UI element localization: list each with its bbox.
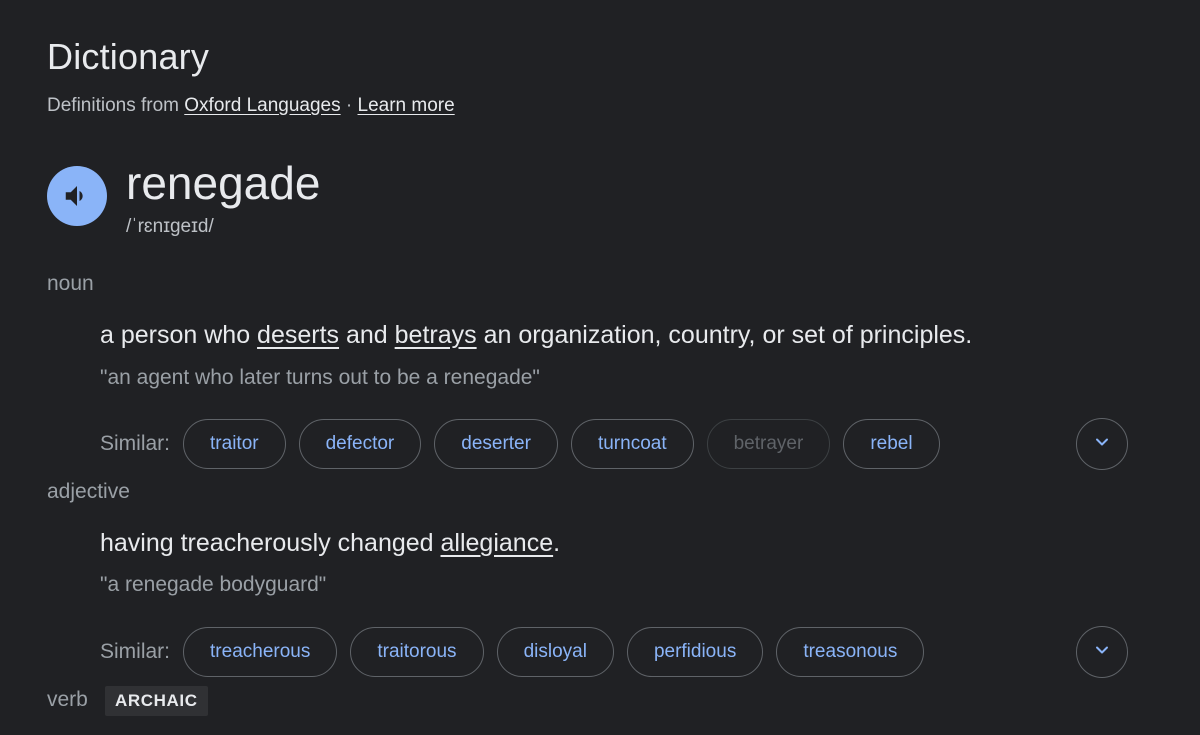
oxford-languages-link[interactable]: Oxford Languages xyxy=(184,95,340,116)
similar-chip-betrayer[interactable]: betrayer xyxy=(706,419,831,469)
adjective-definition: having treacherously changed allegiance. xyxy=(100,529,560,558)
phonetic-spelling: /ˈrɛnɪɡeɪd/ xyxy=(126,216,214,237)
definition-text: an organization, country, or set of prin… xyxy=(476,321,973,349)
similar-chip-perfidious[interactable]: perfidious xyxy=(626,627,764,677)
definition-text: and xyxy=(339,321,395,349)
dictionary-card: Dictionary Definitions from Oxford Langu… xyxy=(0,0,1200,735)
similar-chip-rebel[interactable]: rebel xyxy=(843,419,940,469)
similar-chip-treasonous[interactable]: treasonous xyxy=(776,627,925,677)
similar-chip-traitor[interactable]: traitor xyxy=(183,419,286,469)
similar-chip-turncoat[interactable]: turncoat xyxy=(570,419,694,469)
definition-link-betrays[interactable]: betrays xyxy=(395,321,477,349)
definition-text: having treacherously changed xyxy=(100,529,441,557)
similar-chip-deserter[interactable]: deserter xyxy=(434,419,558,469)
pos-adjective: adjective xyxy=(47,480,130,503)
definition-link-deserts[interactable]: deserts xyxy=(257,321,339,349)
pronunciation-button[interactable] xyxy=(47,166,107,226)
similar-label: Similar: xyxy=(100,640,171,663)
source-prefix: Definitions from xyxy=(47,95,179,116)
headword: renegade xyxy=(126,157,321,209)
noun-similar-row: Similar: traitor defector deserter turnc… xyxy=(100,417,953,471)
similar-chip-traitorous[interactable]: traitorous xyxy=(350,627,484,677)
learn-more-link[interactable]: Learn more xyxy=(358,95,455,116)
chevron-down-icon xyxy=(1092,640,1112,665)
similar-chip-defector[interactable]: defector xyxy=(298,419,422,469)
noun-example: "an agent who later turns out to be a re… xyxy=(100,366,540,389)
adjective-expand-button[interactable] xyxy=(1076,626,1128,678)
definition-text: a person who xyxy=(100,321,258,349)
noun-expand-button[interactable] xyxy=(1076,418,1128,470)
archaic-badge: ARCHAIC xyxy=(105,686,208,716)
adjective-example: "a renegade bodyguard" xyxy=(100,573,327,596)
similar-chip-disloyal[interactable]: disloyal xyxy=(496,627,614,677)
similar-label: Similar: xyxy=(100,432,171,455)
definition-text: . xyxy=(553,529,561,557)
source-line: Definitions from Oxford Languages · Lear… xyxy=(47,95,455,117)
definition-link-allegiance[interactable]: allegiance xyxy=(441,529,554,557)
noun-definition: a person who deserts and betrays an orga… xyxy=(100,321,972,350)
source-separator: · xyxy=(345,95,353,116)
volume-up-icon xyxy=(62,181,92,211)
similar-chip-treacherous[interactable]: treacherous xyxy=(183,627,338,677)
chevron-down-icon xyxy=(1092,432,1112,457)
pos-verb: verb xyxy=(47,688,88,711)
pos-noun: noun xyxy=(47,272,94,295)
adjective-similar-row: Similar: treacherous traitorous disloyal… xyxy=(100,625,937,679)
card-title: Dictionary xyxy=(47,36,210,77)
